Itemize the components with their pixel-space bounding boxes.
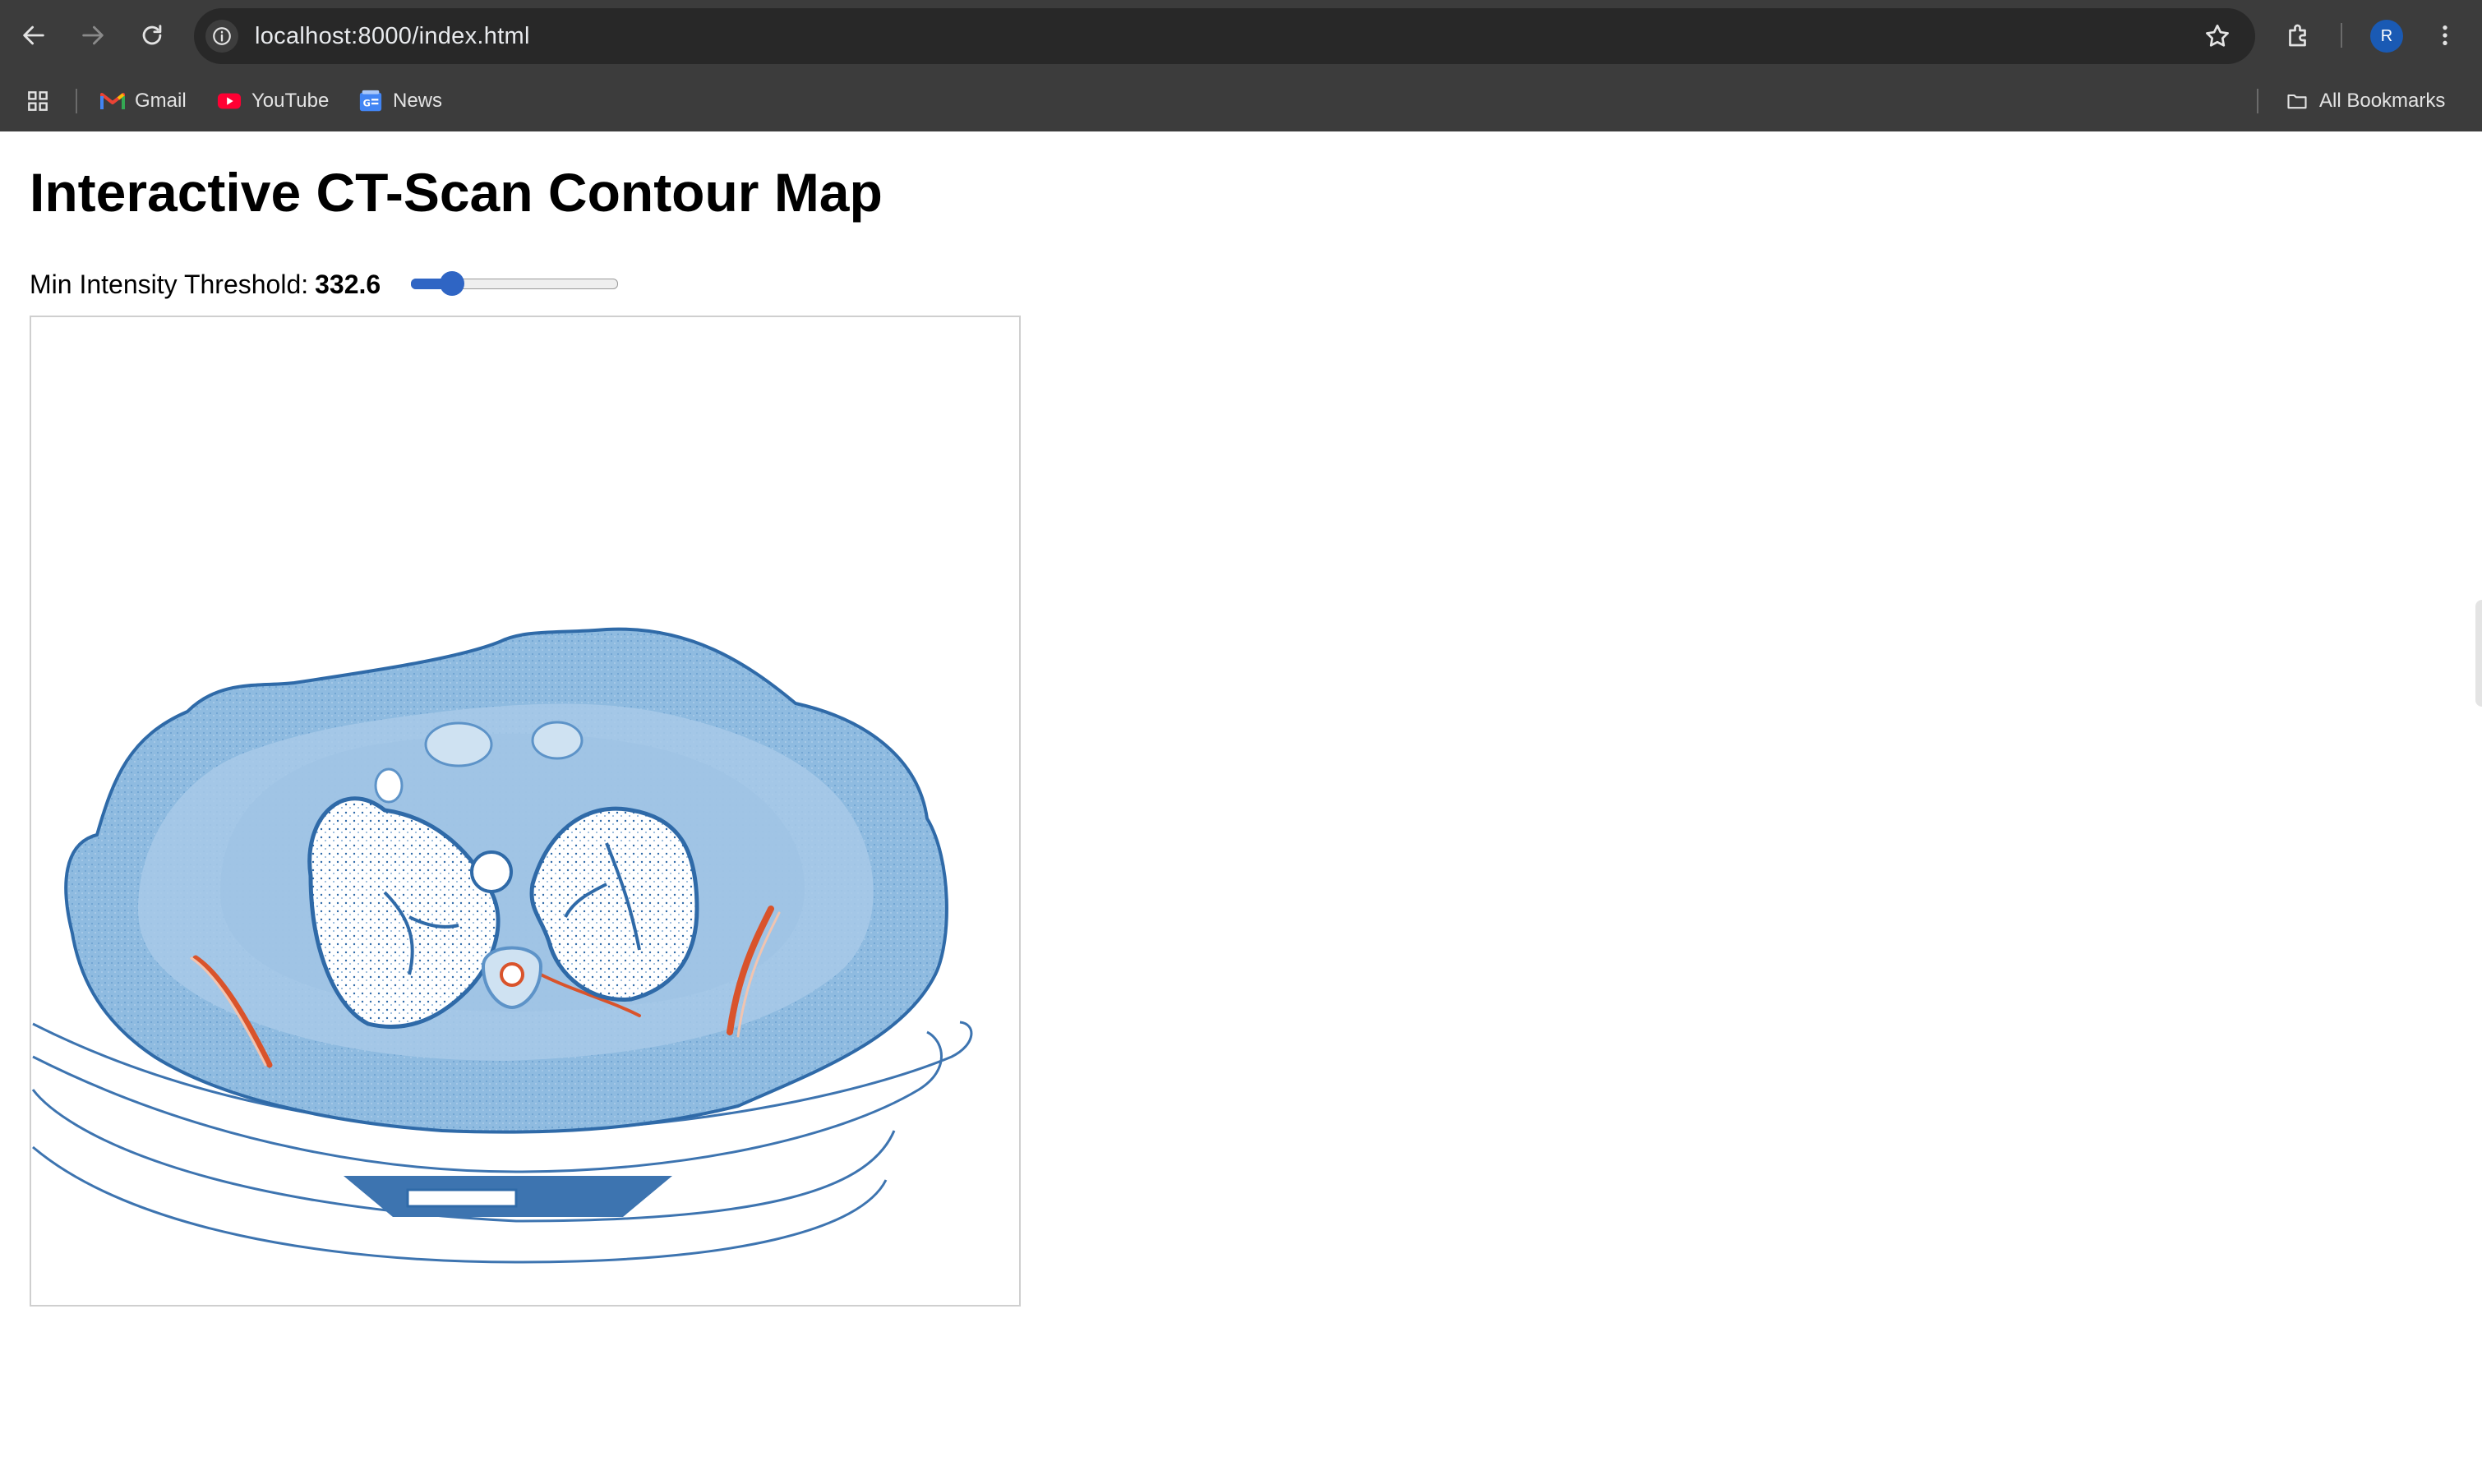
all-bookmarks-button[interactable]: All Bookmarks (2285, 71, 2445, 131)
threshold-value: 332.6 (315, 269, 381, 299)
bookmark-youtube[interactable]: YouTube (217, 71, 329, 131)
arrow-left-icon (23, 25, 44, 45)
apps-grid-icon (28, 91, 48, 111)
threshold-label: Min Intensity Threshold: (30, 269, 309, 299)
scanner-base (344, 1176, 672, 1217)
url-text[interactable]: localhost:8000/index.html (255, 8, 530, 64)
reload-icon (142, 25, 162, 45)
page-title: Interactive CT-Scan Contour Map (30, 162, 883, 223)
slider-thumb[interactable] (440, 271, 464, 296)
profile-avatar[interactable]: R (2370, 20, 2403, 53)
youtube-icon (217, 89, 242, 113)
arrow-right-icon (82, 25, 104, 45)
reload-button[interactable] (133, 16, 171, 54)
bookmark-label-news: News (393, 90, 443, 112)
star-icon[interactable] (2203, 21, 2232, 51)
bookmark-label-gmail: Gmail (135, 90, 187, 112)
bookmarks-bar: Gmail YouTube G News All Bookmarks (0, 71, 2482, 131)
puzzle-icon (2289, 24, 2306, 47)
bookmark-label-youtube: YouTube (251, 90, 330, 112)
threshold-control: Min Intensity Threshold: 332.6 (30, 266, 381, 302)
bookmark-news[interactable]: G News (358, 71, 442, 131)
body-section (64, 627, 948, 1134)
gmail-icon (100, 89, 125, 113)
address-bar[interactable]: localhost:8000/index.html (194, 8, 2255, 64)
ct-contour-canvas[interactable] (30, 316, 1021, 1307)
extensions-button[interactable] (2280, 16, 2318, 54)
kebab-menu-icon (2443, 25, 2447, 45)
browser-toolbar: localhost:8000/index.html R (0, 0, 2482, 71)
bookmarks-divider-right (2257, 89, 2258, 113)
all-bookmarks-label: All Bookmarks (2319, 90, 2446, 112)
side-panel-handle[interactable] (2475, 600, 2482, 707)
forward-button[interactable] (74, 16, 112, 54)
back-button[interactable] (15, 16, 53, 54)
apps-button[interactable] (25, 71, 51, 131)
info-icon (213, 27, 231, 45)
browser-menu-button[interactable] (2426, 16, 2464, 54)
bookmarks-divider (76, 89, 77, 113)
folder-icon (2285, 89, 2309, 113)
svg-text:G: G (363, 99, 371, 109)
bookmark-gmail[interactable]: Gmail (100, 71, 187, 131)
google-news-icon: G (358, 89, 383, 113)
ct-contour-map (31, 627, 973, 1264)
site-info-button[interactable] (205, 20, 238, 53)
toolbar-divider (2341, 23, 2342, 48)
threshold-slider[interactable] (411, 271, 618, 296)
